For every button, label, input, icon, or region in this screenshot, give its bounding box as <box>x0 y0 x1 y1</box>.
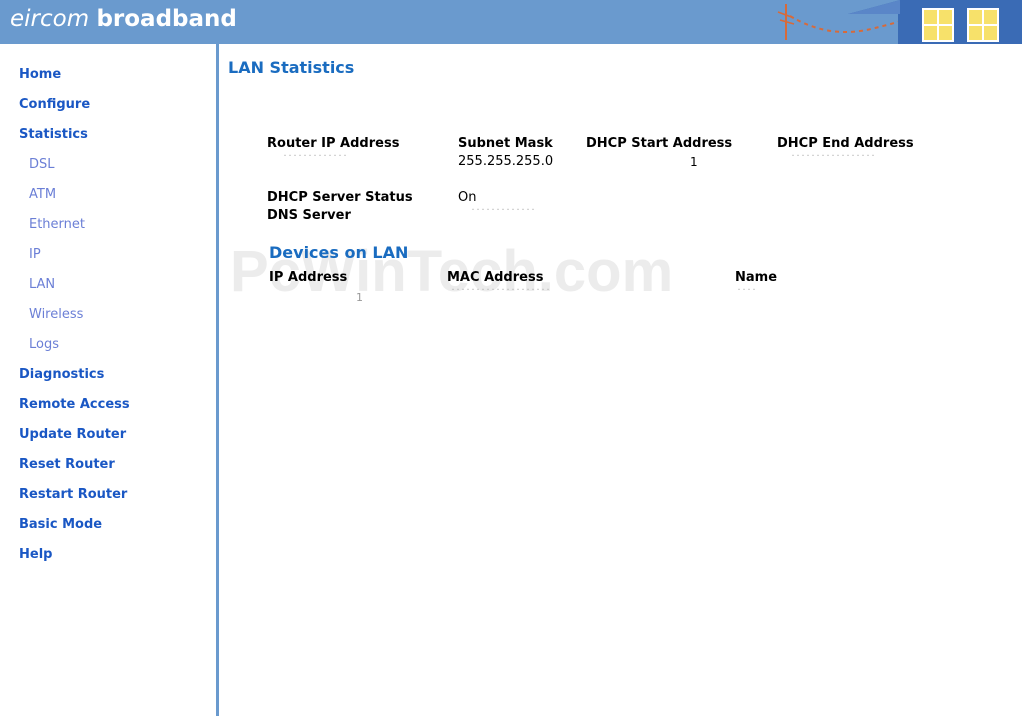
device-ip-cell: 1 <box>356 291 363 304</box>
dhcp-end-value: ˙˙˙˙˙˙˙˙˙˙˙˙˙˙˙˙˙ <box>790 153 876 167</box>
nav-remote-access[interactable]: Remote Access <box>19 397 130 412</box>
nav-restart-router[interactable]: Restart Router <box>19 487 127 502</box>
devices-col-name: Name <box>735 270 778 285</box>
device-mac-cell: ˙˙˙˙˙˙˙˙˙˙˙˙˙˙˙˙˙˙˙˙ <box>450 287 551 301</box>
subnet-mask-value: 255.255.255.0 <box>458 154 554 169</box>
house-illustration-icon <box>777 0 1022 44</box>
dns-server-label: DNS Server <box>267 208 351 223</box>
nav-diagnostics[interactable]: Diagnostics <box>19 367 104 382</box>
nav-update-router[interactable]: Update Router <box>19 427 126 442</box>
nav-ethernet[interactable]: Ethernet <box>29 217 85 232</box>
device-name-cell: ˙˙˙˙ <box>736 287 757 301</box>
nav-statistics[interactable]: Statistics <box>19 127 88 142</box>
dns-server-value: ˙˙˙˙˙˙˙˙˙˙˙˙˙ <box>470 207 536 221</box>
sidebar-divider <box>216 44 219 716</box>
nav-atm[interactable]: ATM <box>29 187 56 202</box>
nav-logs[interactable]: Logs <box>29 337 59 352</box>
nav-lan[interactable]: LAN <box>29 277 55 292</box>
devices-col-ip: IP Address <box>269 270 348 285</box>
nav-reset-router[interactable]: Reset Router <box>19 457 115 472</box>
nav-basic-mode[interactable]: Basic Mode <box>19 517 102 532</box>
nav-dsl[interactable]: DSL <box>29 157 55 172</box>
subnet-mask-label: Subnet Mask <box>458 136 553 151</box>
router-ip-label: Router IP Address <box>267 136 400 151</box>
dhcp-start-value: 1 <box>690 155 698 169</box>
nav-help[interactable]: Help <box>19 547 52 562</box>
nav-ip[interactable]: IP <box>29 247 41 262</box>
devices-col-mac: MAC Address <box>447 270 544 285</box>
dhcp-start-label: DHCP Start Address <box>586 136 733 151</box>
sidebar-nav: Home Configure Statistics DSL ATM Ethern… <box>0 44 216 716</box>
page-title: LAN Statistics <box>228 58 355 77</box>
nav-wireless[interactable]: Wireless <box>29 307 83 322</box>
devices-section-title: Devices on LAN <box>269 243 409 262</box>
nav-home[interactable]: Home <box>19 67 61 82</box>
dhcp-server-status-label: DHCP Server Status <box>267 190 413 205</box>
dhcp-server-status-value: On <box>458 190 477 205</box>
nav-configure[interactable]: Configure <box>19 97 90 112</box>
header-bar: eircom broadband <box>0 0 1022 44</box>
dhcp-end-label: DHCP End Address <box>777 136 914 151</box>
router-ip-value: ˙˙˙˙˙˙˙˙˙˙˙˙˙ <box>282 153 348 167</box>
